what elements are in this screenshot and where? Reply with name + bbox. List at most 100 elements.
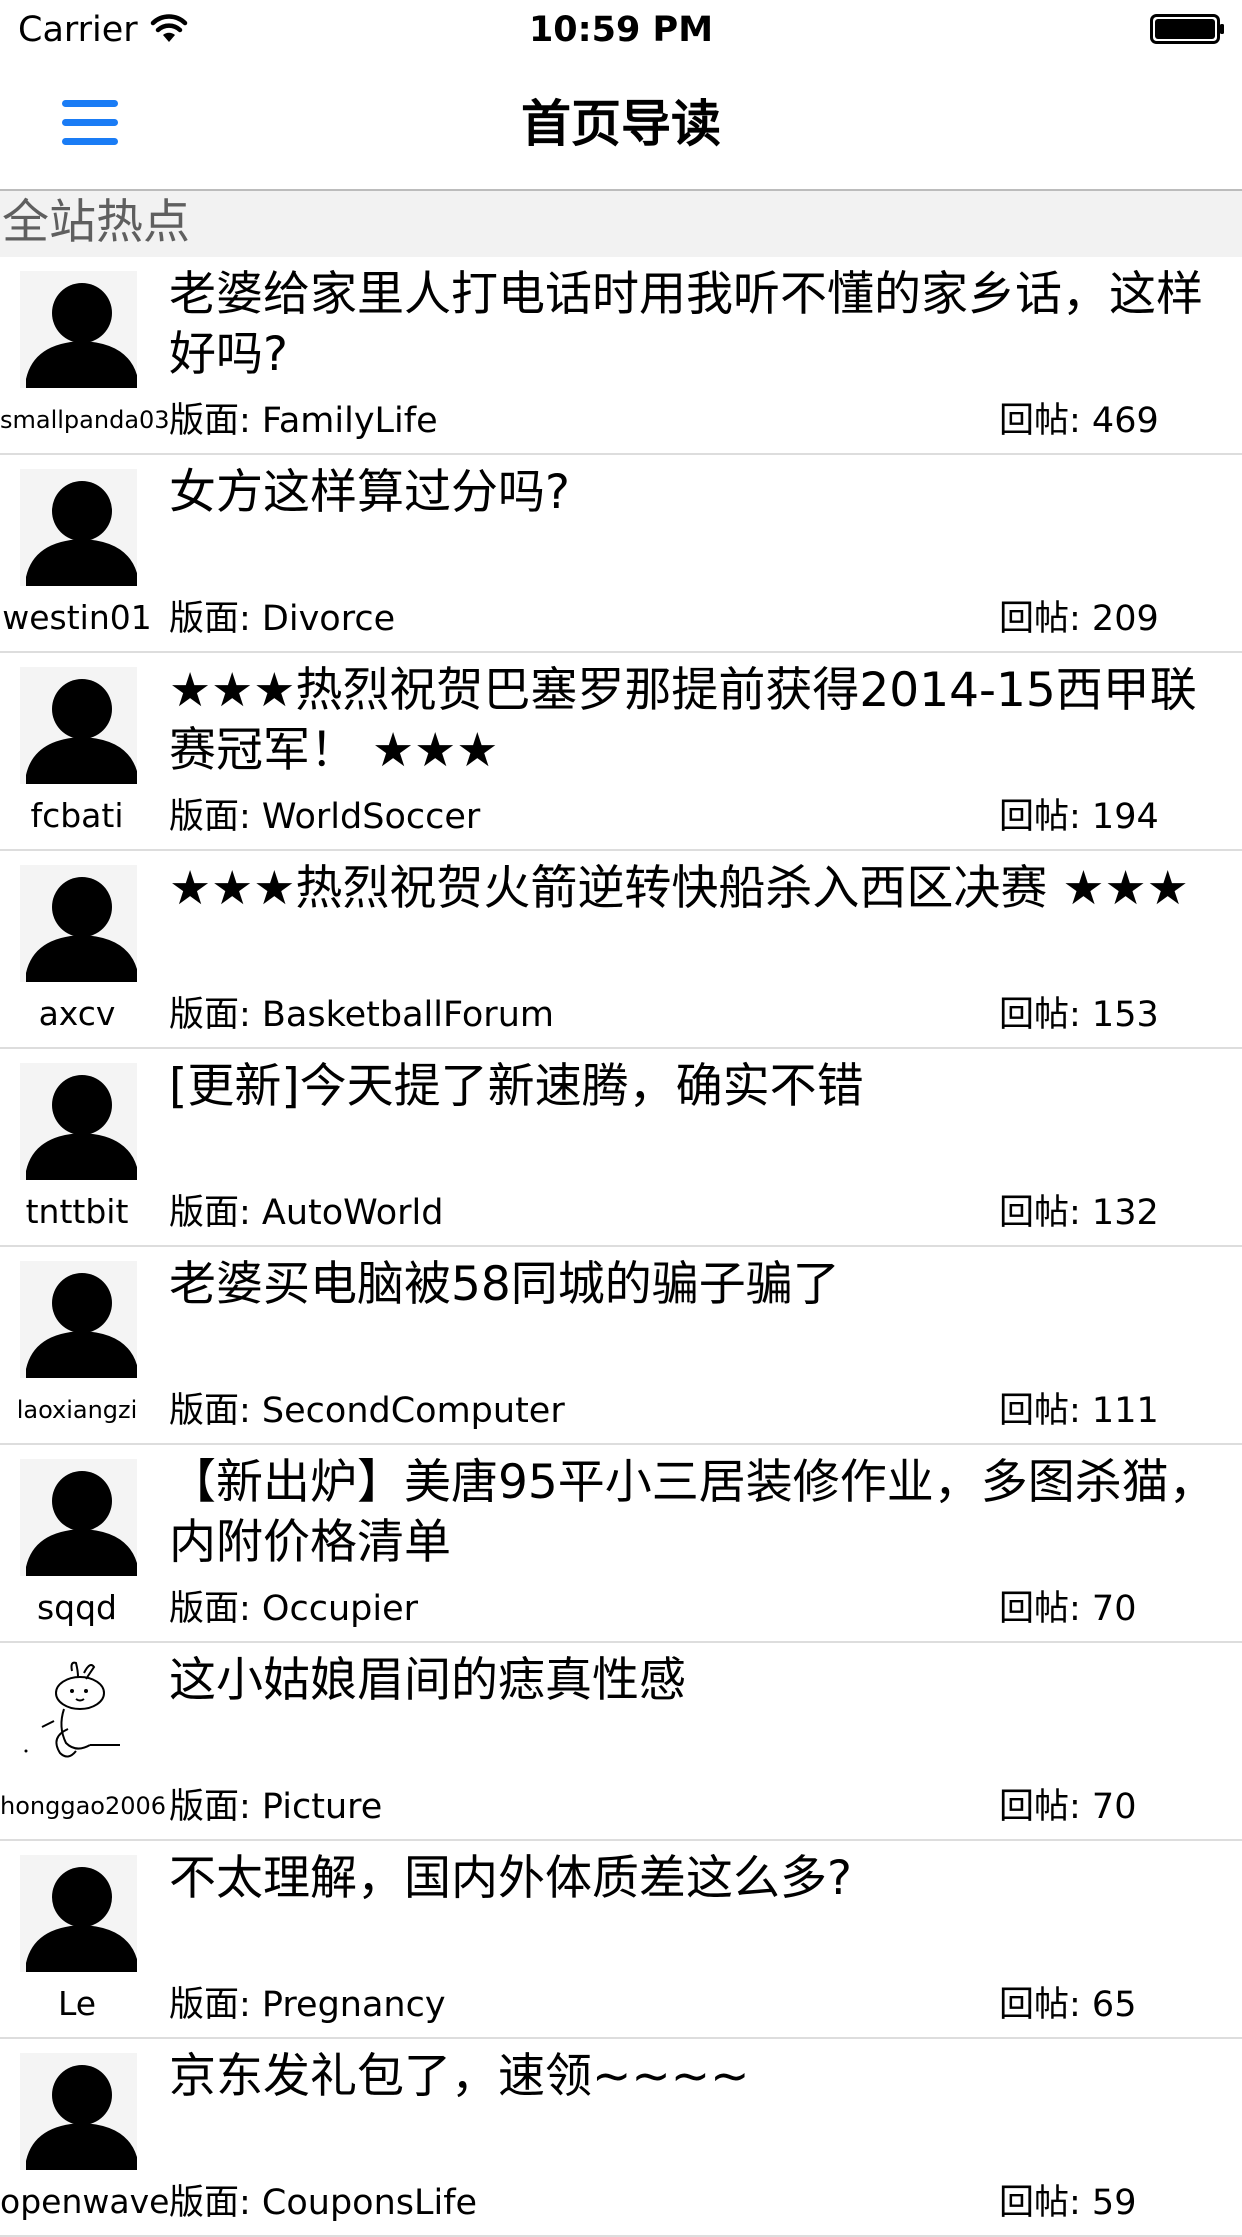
- board-name[interactable]: AutoWorld: [262, 1193, 444, 1233]
- post-replies: 回帖: 70: [999, 1785, 1136, 1829]
- status-time: 10:59 PM: [528, 10, 714, 50]
- board-name[interactable]: BasketballForum: [262, 995, 554, 1035]
- post-author: smallpanda03: [0, 406, 170, 434]
- post-row[interactable]: fcbati ★★★热烈祝贺巴塞罗那提前获得2014-15西甲联赛冠军！ ★★★ 版…: [0, 653, 1242, 851]
- reply-count: 153: [1091, 995, 1159, 1035]
- avatar-person-icon[interactable]: [20, 2053, 137, 2170]
- post-replies: 回帖: 65: [999, 1983, 1136, 2027]
- post-row[interactable]: openwave 京东发礼包了，速领~~~~ 版面: CouponsLife 回帖: …: [0, 2039, 1242, 2237]
- post-row[interactable]: smallpanda03 老婆给家里人打电话时用我听不懂的家乡话，这样好吗? 版面:…: [0, 257, 1242, 455]
- board-prefix-label: 版面:: [169, 1589, 262, 1629]
- post-title[interactable]: ★★★热烈祝贺巴塞罗那提前获得2014-15西甲联赛冠军！ ★★★: [169, 661, 1229, 781]
- avatar-person-icon[interactable]: [20, 1459, 137, 1576]
- board-name[interactable]: SecondComputer: [262, 1391, 565, 1431]
- board-prefix-label: 版面:: [169, 797, 262, 837]
- reply-prefix-label: 回帖:: [999, 2183, 1092, 2223]
- battery-icon: [1150, 14, 1226, 48]
- post-row[interactable]: Le 不太理解，国内外体质差这么多? 版面: Pregnancy 回帖: 65: [0, 1841, 1242, 2039]
- post-replies: 回帖: 469: [999, 399, 1159, 443]
- section-header: 全站热点: [0, 191, 1242, 257]
- avatar-person-icon[interactable]: [20, 271, 137, 388]
- post-author: sqqd: [36, 1588, 118, 1627]
- avatar-person-icon[interactable]: [20, 1261, 137, 1378]
- reply-prefix-label: 回帖:: [999, 995, 1092, 1035]
- section-title: 全站热点: [2, 195, 190, 250]
- post-author: openwave: [0, 2182, 170, 2221]
- board-prefix-label: 版面:: [169, 995, 262, 1035]
- post-row[interactable]: honggao2006 这小姑娘眉间的痣真性感版面: Picture 回帖: 70: [0, 1643, 1242, 1841]
- post-board: 版面: WorldSoccer: [169, 795, 480, 839]
- board-prefix-label: 版面:: [169, 1391, 262, 1431]
- post-title[interactable]: 不太理解，国内外体质差这么多?: [169, 1849, 1229, 1909]
- reply-count: 194: [1091, 797, 1159, 837]
- post-list: smallpanda03 老婆给家里人打电话时用我听不懂的家乡话，这样好吗? 版面:…: [0, 257, 1242, 2237]
- post-row[interactable]: westin01 女方这样算过分吗? 版面: Divorce 回帖: 209: [0, 455, 1242, 653]
- post-row[interactable]: sqqd 【新出炉】美唐95平小三居装修作业，多图杀猫，内附价格清单版面: Occ…: [0, 1445, 1242, 1643]
- avatar-person-icon[interactable]: [20, 865, 137, 982]
- reply-prefix-label: 回帖:: [999, 1985, 1092, 2025]
- navigation-bar: 首页导读: [0, 60, 1242, 191]
- reply-count: 70: [1091, 1589, 1137, 1629]
- post-author: Le: [57, 1984, 97, 2023]
- reply-prefix-label: 回帖:: [999, 1193, 1092, 1233]
- post-replies: 回帖: 132: [999, 1191, 1159, 1235]
- board-prefix-label: 版面:: [169, 599, 262, 639]
- board-name[interactable]: Picture: [262, 1787, 382, 1827]
- post-board: 版面: Occupier: [169, 1587, 418, 1631]
- post-replies: 回帖: 153: [999, 993, 1159, 1037]
- avatar-person-icon[interactable]: [20, 667, 137, 784]
- post-title[interactable]: 女方这样算过分吗?: [169, 463, 1229, 523]
- board-prefix-label: 版面:: [169, 1193, 262, 1233]
- post-board: 版面: SecondComputer: [169, 1389, 565, 1433]
- reply-count: 70: [1091, 1787, 1137, 1827]
- page-title: 首页导读: [521, 95, 721, 153]
- reply-count: 59: [1091, 2183, 1137, 2223]
- board-name[interactable]: Occupier: [262, 1589, 418, 1629]
- post-title[interactable]: 这小姑娘眉间的痣真性感: [169, 1651, 1229, 1711]
- reply-count: 111: [1091, 1391, 1159, 1431]
- post-author: axcv: [38, 994, 116, 1033]
- post-board: 版面: Pregnancy: [169, 1983, 446, 2027]
- board-prefix-label: 版面:: [169, 401, 262, 441]
- status-bar: Carrier 10:59 PM: [0, 0, 1242, 60]
- post-row[interactable]: axcv ★★★热烈祝贺火箭逆转快船杀入西区决赛 ★★★ 版面: Basketbal…: [0, 851, 1242, 1049]
- post-board: 版面: AutoWorld: [169, 1191, 443, 1235]
- avatar-person-icon[interactable]: [20, 1063, 137, 1180]
- post-author: honggao2006: [0, 1792, 167, 1820]
- post-title[interactable]: 老婆买电脑被58同城的骗子骗了: [169, 1255, 1229, 1315]
- post-replies: 回帖: 111: [999, 1389, 1159, 1433]
- post-row[interactable]: tnttbit [更新]今天提了新速腾，确实不错版面: AutoWorld 回帖: …: [0, 1049, 1242, 1247]
- post-title[interactable]: 【新出炉】美唐95平小三居装修作业，多图杀猫，内附价格清单: [169, 1453, 1229, 1573]
- post-title[interactable]: 老婆给家里人打电话时用我听不懂的家乡话，这样好吗?: [169, 265, 1229, 385]
- post-board: 版面: CouponsLife: [169, 2181, 477, 2225]
- post-board: 版面: Picture: [169, 1785, 382, 1829]
- rabbit-avatar-icon[interactable]: [20, 1657, 137, 1774]
- reply-count: 65: [1091, 1985, 1137, 2025]
- reply-prefix-label: 回帖:: [999, 797, 1092, 837]
- reply-count: 132: [1091, 1193, 1159, 1233]
- reply-prefix-label: 回帖:: [999, 599, 1092, 639]
- post-author: fcbati: [30, 796, 124, 835]
- post-replies: 回帖: 59: [999, 2181, 1136, 2225]
- reply-prefix-label: 回帖:: [999, 1391, 1092, 1431]
- board-name[interactable]: Divorce: [262, 599, 395, 639]
- reply-prefix-label: 回帖:: [999, 1589, 1092, 1629]
- post-title[interactable]: ★★★热烈祝贺火箭逆转快船杀入西区决赛 ★★★: [169, 859, 1229, 919]
- board-name[interactable]: Pregnancy: [262, 1985, 446, 2025]
- post-title[interactable]: 京东发礼包了，速领~~~~: [169, 2047, 1229, 2107]
- post-title[interactable]: [更新]今天提了新速腾，确实不错: [169, 1057, 1229, 1117]
- reply-prefix-label: 回帖:: [999, 401, 1092, 441]
- board-name[interactable]: FamilyLife: [262, 401, 438, 441]
- board-prefix-label: 版面:: [169, 1787, 262, 1827]
- post-board: 版面: FamilyLife: [169, 399, 438, 443]
- post-row[interactable]: laoxiangzi 老婆买电脑被58同城的骗子骗了 版面: SecondCompu…: [0, 1247, 1242, 1445]
- avatar-person-icon[interactable]: [20, 469, 137, 586]
- post-author: westin01: [2, 598, 152, 637]
- post-board: 版面: BasketballForum: [169, 993, 554, 1037]
- post-replies: 回帖: 194: [999, 795, 1159, 839]
- post-board: 版面: Divorce: [169, 597, 395, 641]
- board-name[interactable]: CouponsLife: [262, 2183, 477, 2223]
- avatar-person-icon[interactable]: [20, 1855, 137, 1972]
- post-author: tnttbit: [25, 1192, 129, 1231]
- board-name[interactable]: WorldSoccer: [262, 797, 480, 837]
